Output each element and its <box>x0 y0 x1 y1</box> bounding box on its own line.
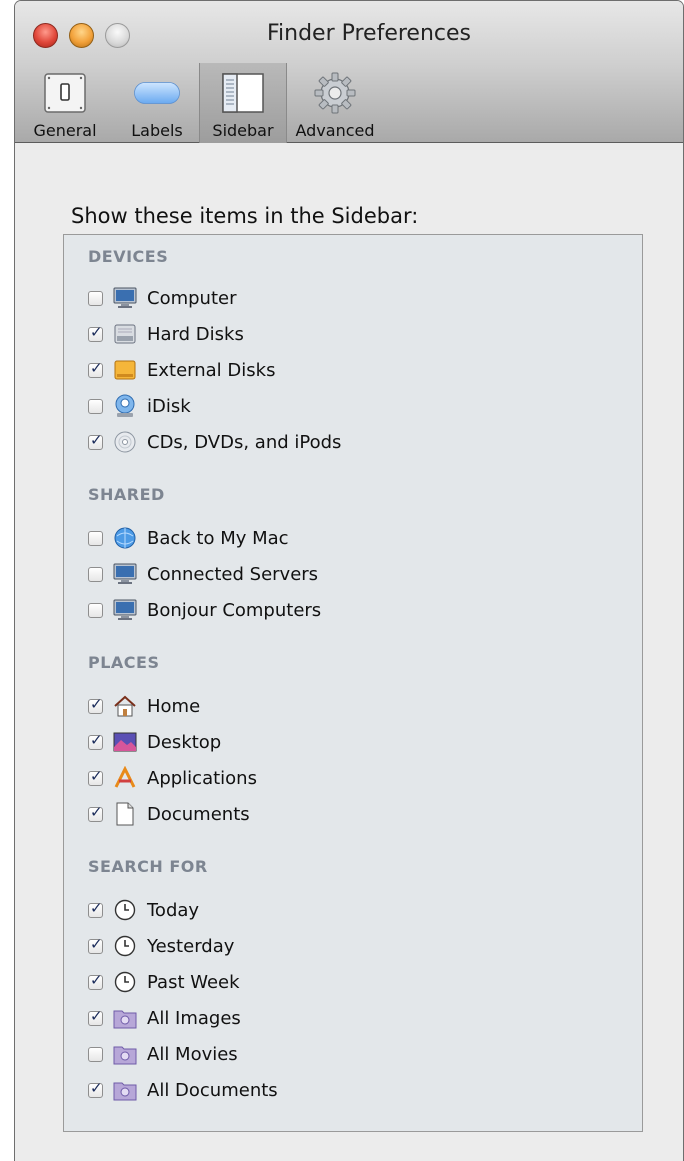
checkbox[interactable] <box>88 971 103 990</box>
computer-icon <box>113 598 137 622</box>
sidebar-item-desktop[interactable]: Desktop <box>88 727 221 757</box>
clock-icon <box>113 934 137 958</box>
sidebar-item-yesterday[interactable]: Yesterday <box>88 931 234 961</box>
item-label: Back to My Mac <box>147 527 289 549</box>
item-label: Past Week <box>147 971 240 993</box>
sidebar-items-list: DEVICES Computer Hard Disks <box>63 234 643 1132</box>
sidebar-item-all-images[interactable]: All Images <box>88 1003 241 1033</box>
idisk-icon <box>113 394 137 418</box>
sidebar-item-applications[interactable]: Applications <box>88 763 257 793</box>
smart-folder-icon <box>113 1006 137 1030</box>
checkbox[interactable] <box>88 602 103 618</box>
section-heading: Show these items in the Sidebar: <box>71 204 419 228</box>
item-label: Desktop <box>147 731 222 753</box>
sidebar-item-all-movies[interactable]: All Movies <box>88 1039 238 1069</box>
label-pill-icon <box>133 71 181 115</box>
item-label: Documents <box>147 803 250 825</box>
item-label: Hard Disks <box>147 323 244 345</box>
applications-icon <box>113 766 137 790</box>
sidebar-item-all-documents[interactable]: All Documents <box>88 1075 278 1105</box>
checkbox[interactable] <box>88 431 103 450</box>
checkbox[interactable] <box>88 935 103 954</box>
window-title: Finder Preferences <box>266 21 472 46</box>
item-label: External Disks <box>147 359 276 381</box>
tab-advanced[interactable]: Advanced <box>287 63 383 143</box>
clock-icon <box>113 898 137 922</box>
tab-sidebar[interactable]: Sidebar <box>199 63 287 143</box>
tab-general[interactable]: General <box>15 63 115 143</box>
general-switch-icon <box>41 71 89 115</box>
sidebar-item-external-disks[interactable]: External Disks <box>88 355 275 385</box>
group-header-devices: DEVICES <box>88 247 169 266</box>
item-label: Today <box>147 899 200 921</box>
sidebar-item-bonjour-computers[interactable]: Bonjour Computers <box>88 595 321 625</box>
gear-icon <box>311 71 359 115</box>
sidebar-item-computer[interactable]: Computer <box>88 283 236 313</box>
external-disk-icon <box>113 358 137 382</box>
globe-icon <box>113 526 137 550</box>
checkbox[interactable] <box>88 803 103 822</box>
checkbox[interactable] <box>88 1079 103 1098</box>
item-label: All Images <box>147 1007 241 1029</box>
item-label: All Documents <box>147 1079 278 1101</box>
checkbox[interactable] <box>88 290 103 306</box>
sidebar-item-past-week[interactable]: Past Week <box>88 967 240 997</box>
sidebar-item-hard-disks[interactable]: Hard Disks <box>88 319 244 349</box>
clock-icon <box>113 970 137 994</box>
sidebar-item-today[interactable]: Today <box>88 895 199 925</box>
checkbox[interactable] <box>88 899 103 918</box>
item-label: All Movies <box>147 1043 238 1065</box>
document-icon <box>113 802 137 826</box>
checkbox[interactable] <box>88 767 103 786</box>
sidebar-icon <box>219 71 267 115</box>
checkbox[interactable] <box>88 359 103 378</box>
item-label: Applications <box>147 767 257 789</box>
server-icon <box>113 562 137 586</box>
item-label: Connected Servers <box>147 563 319 585</box>
checkbox[interactable] <box>88 398 103 414</box>
item-label: Bonjour Computers <box>147 599 322 621</box>
checkbox[interactable] <box>88 731 103 750</box>
sidebar-item-idisk[interactable]: iDisk <box>88 391 191 421</box>
item-label: iDisk <box>147 395 191 417</box>
checkbox[interactable] <box>88 695 103 714</box>
tab-labels[interactable]: Labels <box>115 63 199 143</box>
checkbox[interactable] <box>88 1007 103 1026</box>
checkbox[interactable] <box>88 566 103 582</box>
hard-disk-icon <box>113 322 137 346</box>
smart-folder-icon <box>113 1078 137 1102</box>
smart-folder-icon <box>113 1042 137 1066</box>
tab-general-label: General <box>33 121 97 140</box>
tab-sidebar-label: Sidebar <box>212 121 274 140</box>
sidebar-item-connected-servers[interactable]: Connected Servers <box>88 559 318 589</box>
computer-icon <box>113 286 137 310</box>
finder-preferences-window: Finder Preferences General Labels Sideba… <box>14 0 684 1161</box>
checkbox[interactable] <box>88 1046 103 1062</box>
checkbox[interactable] <box>88 323 103 342</box>
tab-labels-label: Labels <box>131 121 183 140</box>
preferences-toolbar: General Labels Sidebar Advanced <box>15 63 383 143</box>
item-label: Home <box>147 695 201 717</box>
tab-advanced-label: Advanced <box>295 121 375 140</box>
home-icon <box>113 694 137 718</box>
checkbox[interactable] <box>88 530 103 546</box>
desktop-icon <box>113 730 137 754</box>
item-label: Yesterday <box>147 935 235 957</box>
sidebar-item-back-to-my-mac[interactable]: Back to My Mac <box>88 523 289 553</box>
item-label: Computer <box>147 287 237 309</box>
sidebar-preferences-pane: Show these items in the Sidebar: DEVICES… <box>15 144 683 1161</box>
title-bar: Finder Preferences General Labels Sideba… <box>15 1 683 143</box>
sidebar-item-home[interactable]: Home <box>88 691 200 721</box>
group-header-places: PLACES <box>88 653 160 672</box>
sidebar-item-documents[interactable]: Documents <box>88 799 250 829</box>
item-label: CDs, DVDs, and iPods <box>147 431 342 453</box>
group-header-search-for: SEARCH FOR <box>88 857 208 876</box>
sidebar-item-cds-dvds-ipods[interactable]: CDs, DVDs, and iPods <box>88 427 341 457</box>
group-header-shared: SHARED <box>88 485 165 504</box>
cd-icon <box>113 430 137 454</box>
